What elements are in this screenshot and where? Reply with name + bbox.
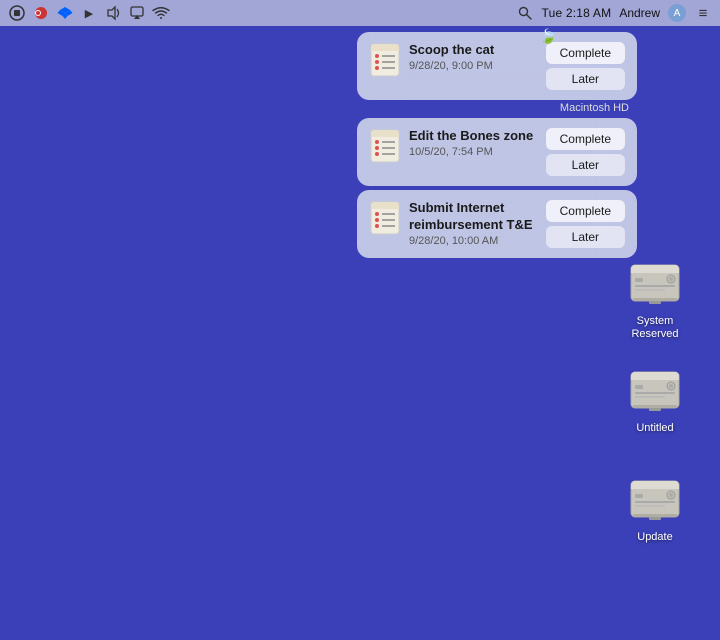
notification-content-1: Scoop the cat 9/28/20, 9:00 PM <box>409 42 538 72</box>
notification-card-1: 🍃 Scoop the cat 9/28/20, 9:00 PM Complet… <box>357 32 637 100</box>
later-button-1[interactable]: Later <box>546 68 625 90</box>
stop-circle-icon[interactable] <box>8 4 26 22</box>
desktop-icon-system-reserved[interactable]: System Reserved <box>615 255 695 341</box>
search-icon[interactable] <box>516 4 534 22</box>
menubar-user: Andrew <box>619 6 660 20</box>
todo-app-icon-3 <box>369 200 401 236</box>
menubar-right: Tue 2:18 AM Andrew A ≡ <box>516 4 712 22</box>
record-icon[interactable] <box>32 4 50 22</box>
notification-title-1: Scoop the cat <box>409 42 538 59</box>
notification-card-2: Edit the Bones zone 10/5/20, 7:54 PM Com… <box>357 118 637 186</box>
dropbox-icon[interactable] <box>56 4 74 22</box>
later-button-2[interactable]: Later <box>546 154 625 176</box>
menubar-left: ▶ <box>8 4 170 22</box>
menu-list-icon[interactable]: ≡ <box>694 4 712 22</box>
menubar: ▶ T <box>0 0 720 26</box>
notifications-panel: 🍃 Scoop the cat 9/28/20, 9:00 PM Complet… <box>357 32 637 258</box>
user-avatar[interactable]: A <box>668 4 686 22</box>
notification-actions-1: Complete Later <box>546 42 625 90</box>
later-button-3[interactable]: Later <box>546 226 625 248</box>
untitled-label: Untitled <box>636 422 673 435</box>
notification-date-1: 9/28/20, 9:00 PM <box>409 60 538 72</box>
desktop-icon-update[interactable]: Update <box>615 471 695 544</box>
desktop-icon-untitled[interactable]: Untitled <box>615 362 695 435</box>
macintosh-hd-label: Macintosh HD <box>357 102 637 114</box>
notification-content-2: Edit the Bones zone 10/5/20, 7:54 PM <box>409 128 538 158</box>
notification-title-3: Submit Internet reimbursement T&E <box>409 200 538 234</box>
airplay-icon[interactable] <box>128 4 146 22</box>
notification-actions-2: Complete Later <box>546 128 625 176</box>
todo-app-icon-1 <box>369 42 401 78</box>
notification-title-2: Edit the Bones zone <box>409 128 538 145</box>
system-reserved-label: System Reserved <box>615 315 695 341</box>
todo-app-icon-2 <box>369 128 401 164</box>
update-label: Update <box>637 531 672 544</box>
notification-date-3: 9/28/20, 10:00 AM <box>409 235 538 247</box>
notification-actions-3: Complete Later <box>546 200 625 248</box>
complete-button-3[interactable]: Complete <box>546 200 625 222</box>
leaf-decoration: 🍃 <box>540 28 557 45</box>
chevron-right-icon[interactable]: ▶ <box>80 4 98 22</box>
notification-date-2: 10/5/20, 7:54 PM <box>409 146 538 158</box>
volume-icon[interactable] <box>104 4 122 22</box>
notification-content-3: Submit Internet reimbursement T&E 9/28/2… <box>409 200 538 247</box>
wifi-icon[interactable] <box>152 4 170 22</box>
complete-button-1[interactable]: Complete <box>546 42 625 64</box>
complete-button-2[interactable]: Complete <box>546 128 625 150</box>
notification-card-3: Submit Internet reimbursement T&E 9/28/2… <box>357 190 637 258</box>
menubar-time: Tue 2:18 AM <box>542 6 612 20</box>
